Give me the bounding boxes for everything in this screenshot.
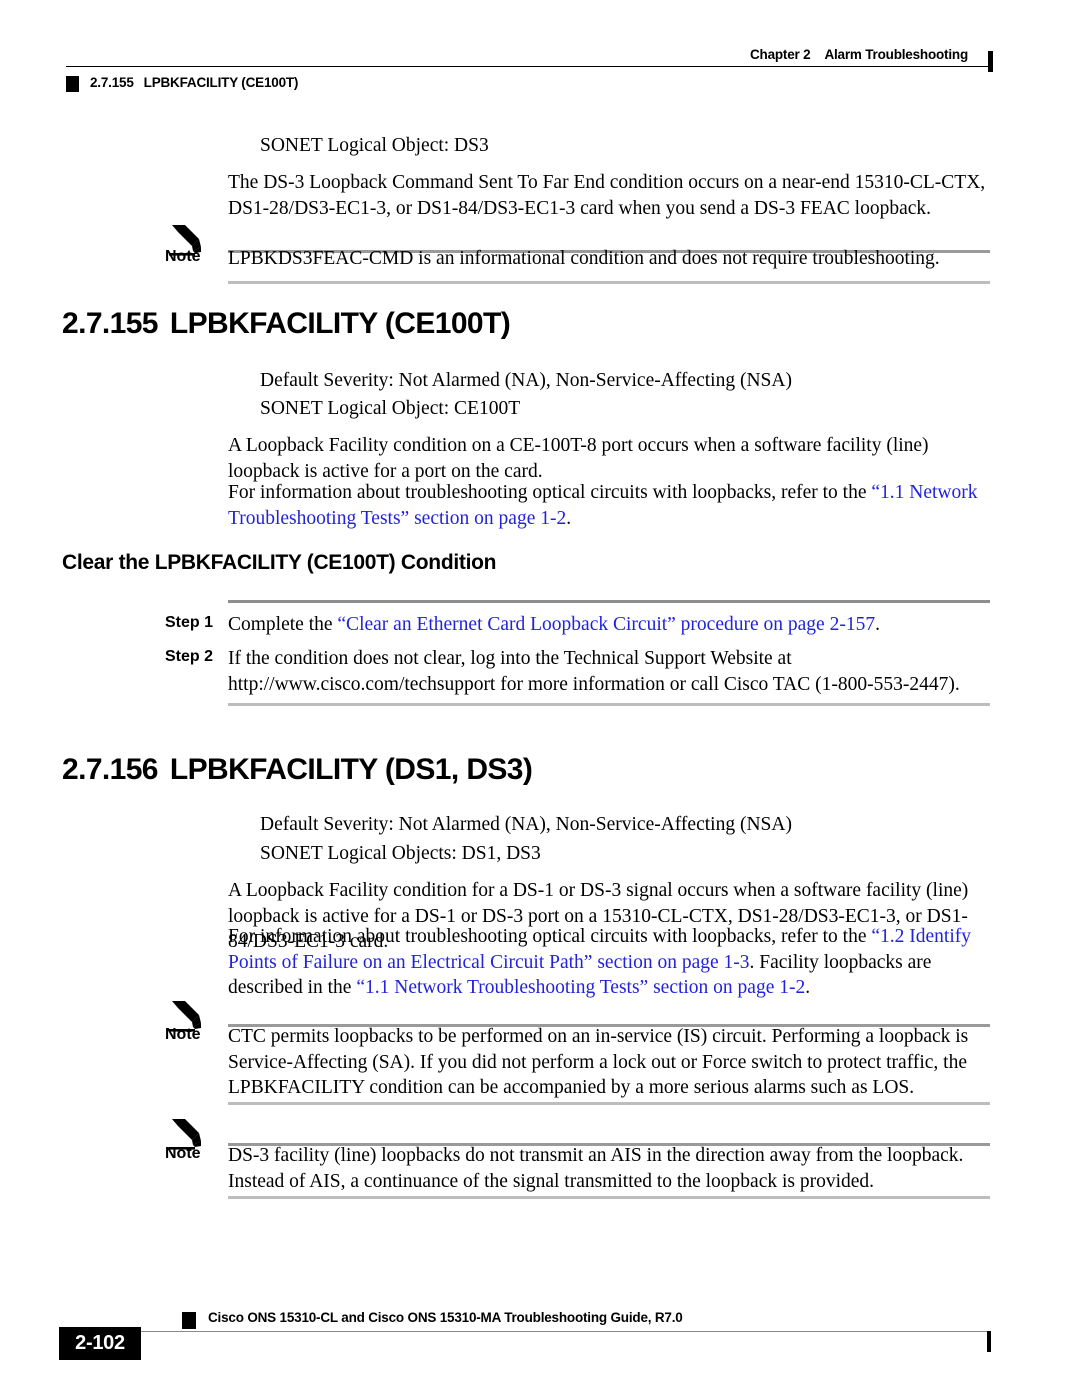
step-1-label: Step 1 bbox=[165, 614, 214, 631]
intro-logical-object: SONET Logical Object: DS3 bbox=[260, 135, 489, 156]
link-clear-ethernet-card-loopback-circuit[interactable]: “Clear an Ethernet Card Loopback Circuit… bbox=[337, 614, 875, 635]
footer-bullet-square-icon bbox=[182, 1312, 196, 1329]
note-1-text: LPBKDS3FEAC-CMD is an informational cond… bbox=[228, 248, 940, 269]
step-1-text: Complete the “Clear an Ethernet Card Loo… bbox=[228, 612, 994, 638]
step-1-text-after: . bbox=[875, 614, 880, 635]
page-number-badge: 2-102 bbox=[59, 1327, 141, 1360]
note-3-label: Note bbox=[165, 1145, 201, 1162]
section-heading-2-7-156: 2.7.156 LPBKFACILITY (DS1, DS3) bbox=[62, 753, 533, 787]
footer-change-bar bbox=[987, 1331, 991, 1352]
note-2-text: CTC permits loopbacks to be performed on… bbox=[228, 1026, 969, 1098]
section-heading-2-7-155: 2.7.155 LPBKFACILITY (CE100T) bbox=[62, 307, 511, 341]
section-156-xref-tail: . bbox=[805, 977, 811, 998]
section-155-title: LPBKFACILITY (CE100T) bbox=[169, 307, 511, 340]
section-156-number: 2.7.156 bbox=[62, 753, 159, 786]
footer-guide-title: Cisco ONS 15310-CL and Cisco ONS 15310-M… bbox=[208, 1310, 683, 1325]
header-section-title: LPBKFACILITY (CE100T) bbox=[143, 75, 299, 90]
step-list-top-rule bbox=[228, 600, 990, 603]
link-network-troubleshooting-tests-2[interactable]: “1.1 Network Troubleshooting Tests” sect… bbox=[356, 977, 805, 998]
header-section-number: 2.7.155 bbox=[90, 75, 134, 90]
header-change-bar bbox=[988, 51, 993, 72]
note-1-bottom-rule bbox=[228, 281, 990, 284]
section-156-xref-intro: For information about troubleshooting op… bbox=[228, 926, 872, 947]
section-155-logical-object: SONET Logical Object: CE100T bbox=[260, 398, 521, 419]
section-156-logical-object: SONET Logical Objects: DS1, DS3 bbox=[260, 843, 541, 864]
clear-procedure-heading: Clear the LPBKFACILITY (CE100T) Conditio… bbox=[62, 551, 497, 574]
note-3-text: DS-3 facility (line) loopbacks do not tr… bbox=[228, 1145, 964, 1192]
note-3-bottom-rule bbox=[228, 1196, 990, 1199]
header-chapter-number: Chapter 2 bbox=[749, 47, 811, 62]
step-list-bottom-rule bbox=[228, 703, 990, 706]
intro-paragraph: The DS-3 Loopback Command Sent To Far En… bbox=[228, 172, 986, 219]
note-2-bottom-rule bbox=[228, 1102, 990, 1105]
page-header: Chapter 2 Alarm Troubleshooting 2.7.155 LP… bbox=[0, 28, 1080, 92]
section-155-number: 2.7.155 bbox=[62, 307, 159, 340]
section-155-description: A Loopback Facility condition on a CE-10… bbox=[228, 435, 929, 482]
section-155-xref-intro: For information about troubleshooting op… bbox=[228, 482, 872, 503]
header-chapter-title: Alarm Troubleshooting bbox=[824, 47, 968, 62]
section-156-xref-paragraph: For information about troubleshooting op… bbox=[228, 924, 994, 1001]
section-156-default-severity: Default Severity: Not Alarmed (NA), Non-… bbox=[260, 814, 792, 835]
note-2-label: Note bbox=[165, 1026, 201, 1043]
step-2-text: If the condition does not clear, log int… bbox=[228, 648, 960, 695]
header-bullet-square-icon bbox=[66, 76, 79, 92]
note-1-label: Note bbox=[165, 248, 201, 265]
step-2-label: Step 2 bbox=[165, 648, 214, 665]
footer-divider-rule bbox=[90, 1331, 990, 1332]
section-155-xref-paragraph: For information about troubleshooting op… bbox=[228, 480, 994, 531]
section-155-xref-tail: . bbox=[566, 507, 572, 529]
section-155-default-severity: Default Severity: Not Alarmed (NA), Non-… bbox=[260, 370, 792, 391]
step-1-text-before: Complete the bbox=[228, 614, 338, 635]
header-divider-rule bbox=[66, 66, 990, 67]
header-chapter-text: Chapter 2 Alarm Troubleshooting bbox=[750, 47, 968, 62]
header-section-text: 2.7.155 LPBKFACILITY (CE100T) bbox=[90, 75, 298, 90]
section-156-title: LPBKFACILITY (DS1, DS3) bbox=[169, 753, 533, 786]
